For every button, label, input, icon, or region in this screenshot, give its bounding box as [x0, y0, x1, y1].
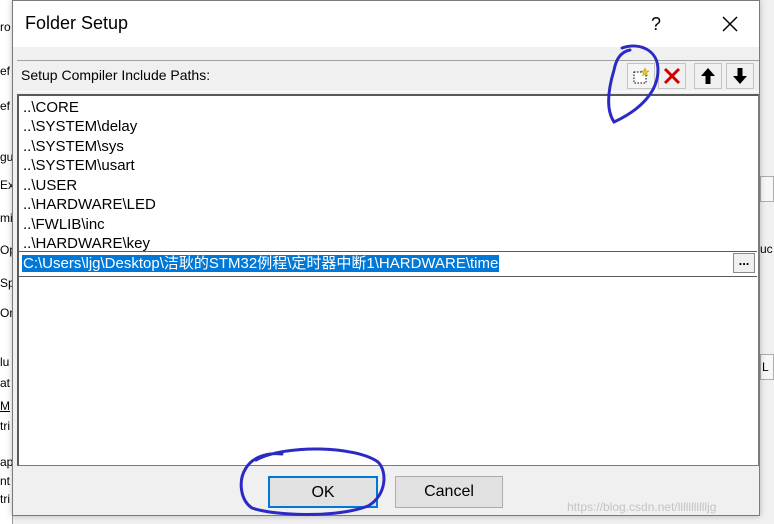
bg-box — [760, 176, 774, 202]
move-up-button[interactable] — [694, 63, 722, 89]
selected-path-text: C:\Users\ljg\Desktop\洁耿的STM32例程\定时器中断1\H… — [22, 255, 500, 272]
bg-fragment: nt — [0, 474, 11, 488]
path-edit-field[interactable]: C:\Users\ljg\Desktop\洁耿的STM32例程\定时器中断1\H… — [22, 254, 730, 274]
new-path-button[interactable] — [627, 63, 655, 89]
list-item[interactable]: ..\SYSTEM\delay — [23, 117, 137, 136]
dialog-title: Folder Setup — [25, 13, 129, 33]
bg-fragment: gu — [0, 150, 12, 164]
ok-button[interactable]: OK — [268, 476, 378, 508]
list-item[interactable]: ..\USER — [23, 176, 77, 195]
bg-fragment: Sp — [0, 276, 12, 290]
bg-fragment: Ex — [0, 178, 12, 192]
help-button[interactable]: ? — [643, 11, 669, 37]
bg-fragment: tri — [0, 492, 10, 506]
list-item[interactable]: ..\HARDWARE\LED — [23, 195, 156, 214]
bg-fragment: On — [0, 306, 12, 320]
paths-label: Setup Compiler Include Paths: — [21, 67, 211, 83]
bg-fragment: ef — [0, 64, 11, 78]
close-button[interactable] — [713, 7, 747, 41]
bg-fragment: mi — [0, 211, 12, 225]
bg-fragment: Op — [0, 243, 12, 257]
list-item[interactable]: ..\SYSTEM\sys — [23, 137, 124, 156]
delete-path-button[interactable] — [658, 63, 686, 89]
delete-x-icon — [663, 67, 681, 85]
bg-fragment: ro — [0, 20, 11, 34]
background-window-right: uc L — [760, 0, 774, 524]
arrow-down-icon — [733, 68, 747, 84]
list-item[interactable]: ..\SYSTEM\usart — [23, 156, 135, 175]
bg-fragment: L — [762, 360, 769, 374]
bg-fragment: ef — [0, 99, 11, 113]
bg-fragment: at — [0, 376, 11, 390]
bg-fragment: uc — [760, 242, 773, 256]
title-bar: Folder Setup ? — [13, 1, 759, 47]
browse-button[interactable]: ... — [733, 253, 755, 273]
close-icon — [722, 16, 738, 32]
arrow-up-icon — [701, 68, 715, 84]
bg-fragment: ap — [0, 455, 12, 469]
list-item[interactable]: ..\FWLIB\inc — [23, 215, 105, 234]
folder-setup-dialog: Folder Setup ? Setup Compiler Include Pa… — [12, 0, 760, 516]
new-folder-icon — [633, 67, 650, 84]
paths-toolbar: Setup Compiler Include Paths: — [17, 60, 759, 92]
bg-fragment: lu — [0, 355, 10, 369]
cancel-button[interactable]: Cancel — [395, 476, 503, 508]
list-item[interactable]: ..\CORE — [23, 98, 79, 117]
path-edit-row: C:\Users\ljg\Desktop\洁耿的STM32例程\定时器中断1\H… — [19, 251, 757, 277]
watermark: https://blog.csdn.net/llllllllllljg — [567, 500, 717, 514]
bg-fragment: M — [0, 399, 10, 413]
bg-fragment: tri — [0, 419, 10, 433]
move-down-button[interactable] — [726, 63, 754, 89]
include-paths-list[interactable]: ..\CORE ..\SYSTEM\delay ..\SYSTEM\sys ..… — [17, 94, 759, 466]
